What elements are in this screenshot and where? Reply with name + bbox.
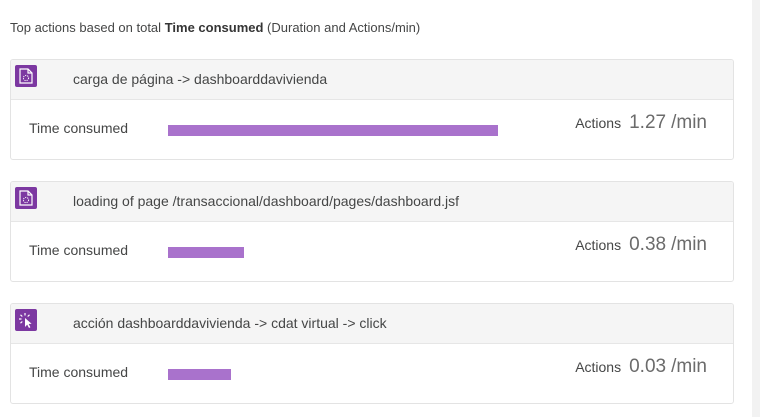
page-load-icon: [15, 65, 37, 87]
action-card-header[interactable]: acción dashboarddavivienda -> cdat virtu…: [11, 304, 733, 344]
action-card-body: Time consumed Actions 0.38 /min: [11, 222, 733, 281]
time-consumed-label: Time consumed: [29, 242, 129, 258]
panel-description: Top actions based on total Time consumed…: [10, 19, 420, 37]
action-card-header[interactable]: loading of page /transaccional/dashboard…: [11, 182, 733, 222]
time-consumed-bar: [168, 369, 498, 380]
actions-rate-value: 0.38: [629, 234, 667, 255]
action-name[interactable]: acción dashboarddavivienda -> cdat virtu…: [73, 315, 387, 331]
action-card[interactable]: acción dashboarddavivienda -> cdat virtu…: [10, 303, 734, 404]
time-consumed-bar-fill: [168, 125, 498, 136]
click-action-icon: [15, 309, 37, 331]
action-card-body: Time consumed Actions 0.03 /min: [11, 344, 733, 403]
time-consumed-bar: [168, 125, 498, 136]
action-card-body: Time consumed Actions 1.27 /min: [11, 100, 733, 159]
actions-rate: Actions 0.38 /min: [575, 234, 707, 256]
top-actions-panel: Top actions based on total Time consumed…: [0, 0, 760, 417]
actions-rate-unit: /min: [671, 356, 707, 377]
time-consumed-bar-fill: [168, 369, 231, 380]
action-name[interactable]: loading of page /transaccional/dashboard…: [73, 193, 459, 209]
description-prefix: Top actions based on total: [10, 20, 162, 35]
time-consumed-bar-fill: [168, 247, 244, 258]
time-consumed-label: Time consumed: [29, 364, 129, 380]
actions-rate-value: 1.27: [629, 112, 667, 133]
page-load-icon: [15, 187, 37, 209]
actions-rate: Actions 0.03 /min: [575, 356, 707, 378]
action-card[interactable]: carga de página -> dashboarddavivienda T…: [10, 59, 734, 160]
action-card[interactable]: loading of page /transaccional/dashboard…: [10, 181, 734, 282]
actions-label: Actions: [575, 359, 622, 375]
description-emphasis: Time consumed: [164, 20, 264, 35]
actions-rate: Actions 1.27 /min: [575, 112, 707, 134]
action-card-header[interactable]: carga de página -> dashboarddavivienda: [11, 60, 733, 100]
action-list: carga de página -> dashboarddavivienda T…: [10, 59, 734, 417]
actions-rate-unit: /min: [671, 234, 707, 255]
action-name[interactable]: carga de página -> dashboarddavivienda: [73, 71, 327, 87]
actions-label: Actions: [575, 237, 622, 253]
description-suffix: (Duration and Actions/min): [267, 20, 421, 35]
time-consumed-label: Time consumed: [29, 120, 129, 136]
actions-rate-value: 0.03: [629, 356, 667, 377]
scrollbar-track[interactable]: [752, 0, 760, 417]
actions-rate-unit: /min: [671, 112, 707, 133]
actions-label: Actions: [575, 115, 622, 131]
time-consumed-bar: [168, 247, 498, 258]
